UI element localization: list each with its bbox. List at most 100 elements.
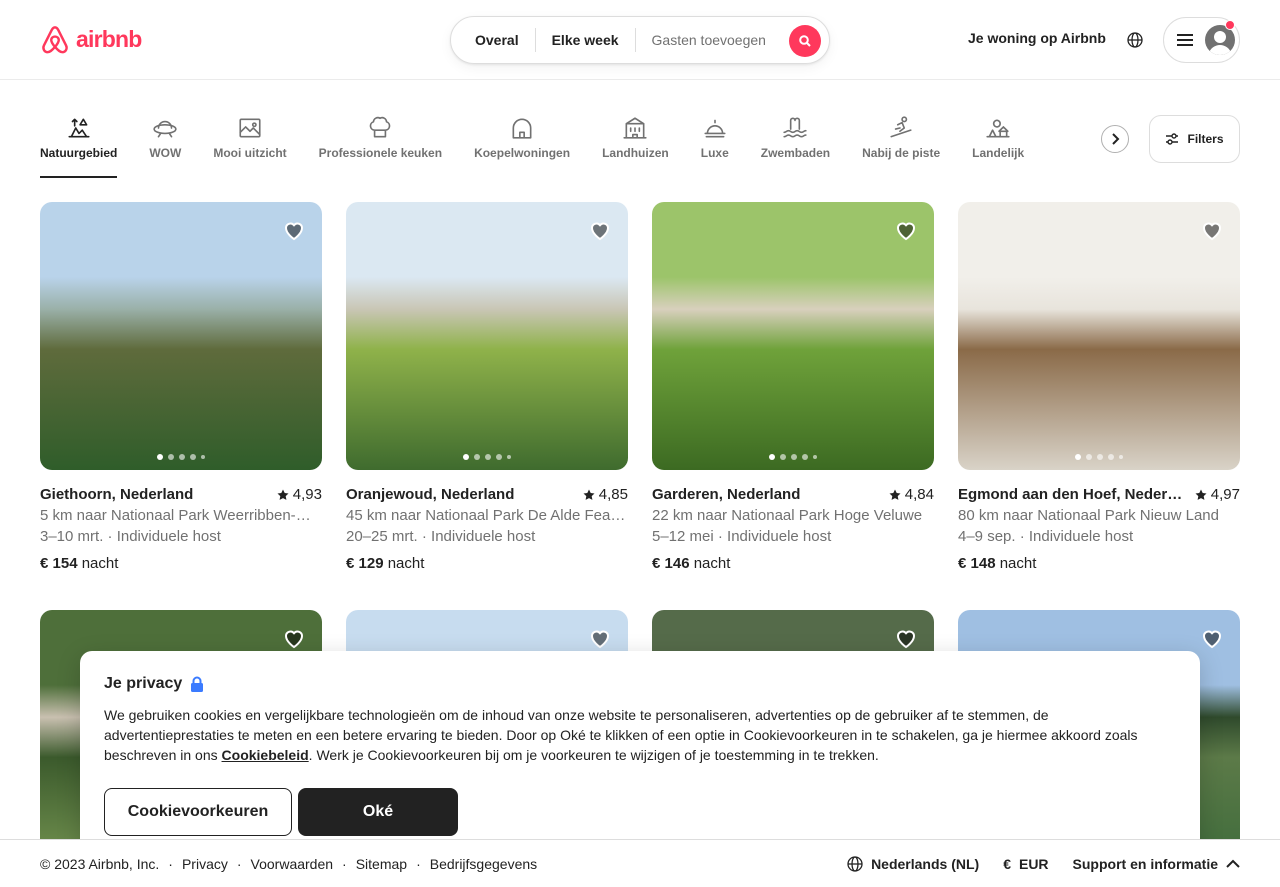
header: airbnb Overal Elke week Gasten toevoegen… (0, 0, 1280, 80)
listing-info: Garderen, Nederland 4,84 22 km naar Nation… (652, 484, 934, 574)
countryside-icon (985, 114, 1011, 142)
listing-card[interactable]: Garderen, Nederland 4,84 22 km naar Nation… (652, 202, 934, 574)
heart-icon[interactable] (894, 218, 918, 242)
view-icon (237, 114, 263, 142)
listing-rating: 4,85 (583, 484, 628, 505)
privacy-text: We gebruiken cookies en vergelijkbare te… (104, 705, 1144, 765)
filters-button[interactable]: Filters (1149, 115, 1240, 163)
footer-separator: · (416, 855, 421, 872)
category-luxe[interactable]: Luxe (701, 102, 729, 178)
support-label: Support en informatie (1072, 856, 1218, 872)
hamburger-icon (1177, 34, 1193, 46)
search-when[interactable]: Elke week (536, 28, 635, 52)
listing-rating: 4,97 (1195, 484, 1240, 505)
listing-distance: 80 km naar Nationaal Park Nieuw Land (958, 507, 1219, 524)
search-bar[interactable]: Overal Elke week Gasten toevoegen (450, 16, 830, 64)
support-button[interactable]: Support en informatie (1073, 856, 1240, 872)
category-mooi-uitzicht[interactable]: Mooi uitzicht (213, 102, 287, 178)
category-label: Nabij de piste (862, 146, 941, 160)
ufo-icon (152, 114, 178, 142)
listing-photo[interactable] (958, 202, 1240, 470)
listing-location: Giethoorn, Nederland (40, 486, 194, 503)
heart-icon[interactable] (588, 218, 612, 242)
nature-icon (66, 114, 92, 142)
listing-location: Garderen, Nederland (652, 486, 801, 503)
photo-pagination (958, 454, 1240, 460)
listing-dates: 3–10 mrt. · Individuele host (40, 528, 221, 545)
category-label: Landelijk (972, 146, 1025, 160)
footer-right: Nederlands (NL) € EUR Support en informa… (847, 840, 1240, 887)
airbnb-logo[interactable]: airbnb (40, 24, 142, 56)
heart-icon[interactable] (894, 626, 918, 650)
language-button[interactable] (1120, 25, 1150, 55)
category-natuurgebied[interactable]: Natuurgebied (40, 102, 118, 178)
category-nabij-de-piste[interactable]: Nabij de piste (862, 102, 940, 178)
filters-icon (1166, 133, 1179, 145)
currency-selector[interactable]: € EUR (1003, 856, 1048, 872)
pool-icon (782, 114, 808, 142)
search-where[interactable]: Overal (451, 28, 535, 52)
footer-link-sitemap[interactable]: Sitemap (356, 856, 407, 872)
footer-link-company[interactable]: Bedrijfsgegevens (430, 856, 537, 872)
listing-photo[interactable] (346, 202, 628, 470)
listing-location: Oranjewoud, Nederland (346, 486, 515, 503)
cookie-policy-link[interactable]: Cookiebeleid (222, 747, 309, 763)
ski-icon (888, 114, 914, 142)
bell-icon (702, 114, 728, 142)
search-button[interactable] (789, 25, 821, 57)
logo-wordmark: airbnb (76, 25, 142, 52)
chevron-right-icon (1112, 133, 1120, 145)
listing-dates: 20–25 mrt. · Individuele host (346, 528, 536, 545)
price-unit: nacht (81, 555, 119, 572)
listing-distance: 45 km naar Nationaal Park De Alde Feanen (346, 507, 628, 524)
listing-info: Giethoorn, Nederland 4,93 5 km naar Nation… (40, 484, 322, 574)
photo-pagination (40, 454, 322, 460)
photo-pagination (652, 454, 934, 460)
listing-dates: 5–12 mei · Individuele host (652, 528, 832, 545)
price-value: € 129 (346, 555, 384, 572)
star-icon (889, 489, 901, 500)
footer: © 2023 Airbnb, Inc. · Privacy · Voorwaar… (0, 839, 1280, 887)
chevron-up-icon (1226, 859, 1240, 868)
listing-photo[interactable] (652, 202, 934, 470)
language-label: Nederlands (NL) (871, 856, 980, 872)
heart-icon[interactable] (282, 218, 306, 242)
listing-card[interactable]: Oranjewoud, Nederland 4,85 45 km naar Nati… (346, 202, 628, 574)
footer-link-terms[interactable]: Voorwaarden (251, 856, 334, 872)
category-wow[interactable]: WOW (149, 102, 181, 178)
host-link[interactable]: Je woning op Airbnb (956, 28, 1118, 48)
category-landhuizen[interactable]: Landhuizen (602, 102, 669, 178)
privacy-title: Je privacy (104, 675, 1176, 693)
heart-icon[interactable] (1200, 626, 1224, 650)
footer-separator: · (236, 855, 242, 872)
category-koepelwoningen[interactable]: Koepelwoningen (474, 102, 570, 178)
globe-icon (1127, 32, 1143, 48)
filters-label: Filters (1187, 132, 1224, 146)
footer-link-privacy[interactable]: Privacy (182, 856, 228, 872)
category-label: Luxe (700, 146, 729, 160)
category-label: Koepelwoningen (474, 146, 571, 160)
heart-icon[interactable] (282, 626, 306, 650)
accept-cookies-button[interactable]: Oké (298, 788, 458, 836)
heart-icon[interactable] (588, 626, 612, 650)
listing-card[interactable]: Egmond aan den Hoef, Nederland 4,97 80 km … (958, 202, 1240, 574)
cookie-preferences-button[interactable]: Cookievoorkeuren (104, 788, 292, 836)
category-next-button[interactable] (1101, 125, 1129, 153)
rating-value: 4,93 (292, 486, 322, 503)
heart-icon[interactable] (1200, 218, 1224, 242)
chef-hat-icon (367, 114, 393, 142)
listing-distance: 22 km naar Nationaal Park Hoge Veluwe (652, 507, 923, 524)
notification-dot (1225, 20, 1235, 30)
category-zwembaden[interactable]: Zwembaden (761, 102, 830, 178)
photo-pagination (346, 454, 628, 460)
category-professionele-keuken[interactable]: Professionele keuken (319, 102, 442, 178)
star-icon (277, 489, 289, 500)
category-label: Zwembaden (760, 146, 831, 160)
listing-photo[interactable] (40, 202, 322, 470)
listing-card[interactable]: Giethoorn, Nederland 4,93 5 km naar Nation… (40, 202, 322, 574)
language-selector[interactable]: Nederlands (NL) (847, 856, 979, 872)
category-landelijk[interactable]: Landelijk (972, 102, 1024, 178)
listing-price: € 146 nacht (652, 553, 934, 574)
listing-rating: 4,84 (889, 484, 934, 505)
search-guests[interactable]: Gasten toevoegen (636, 32, 774, 48)
